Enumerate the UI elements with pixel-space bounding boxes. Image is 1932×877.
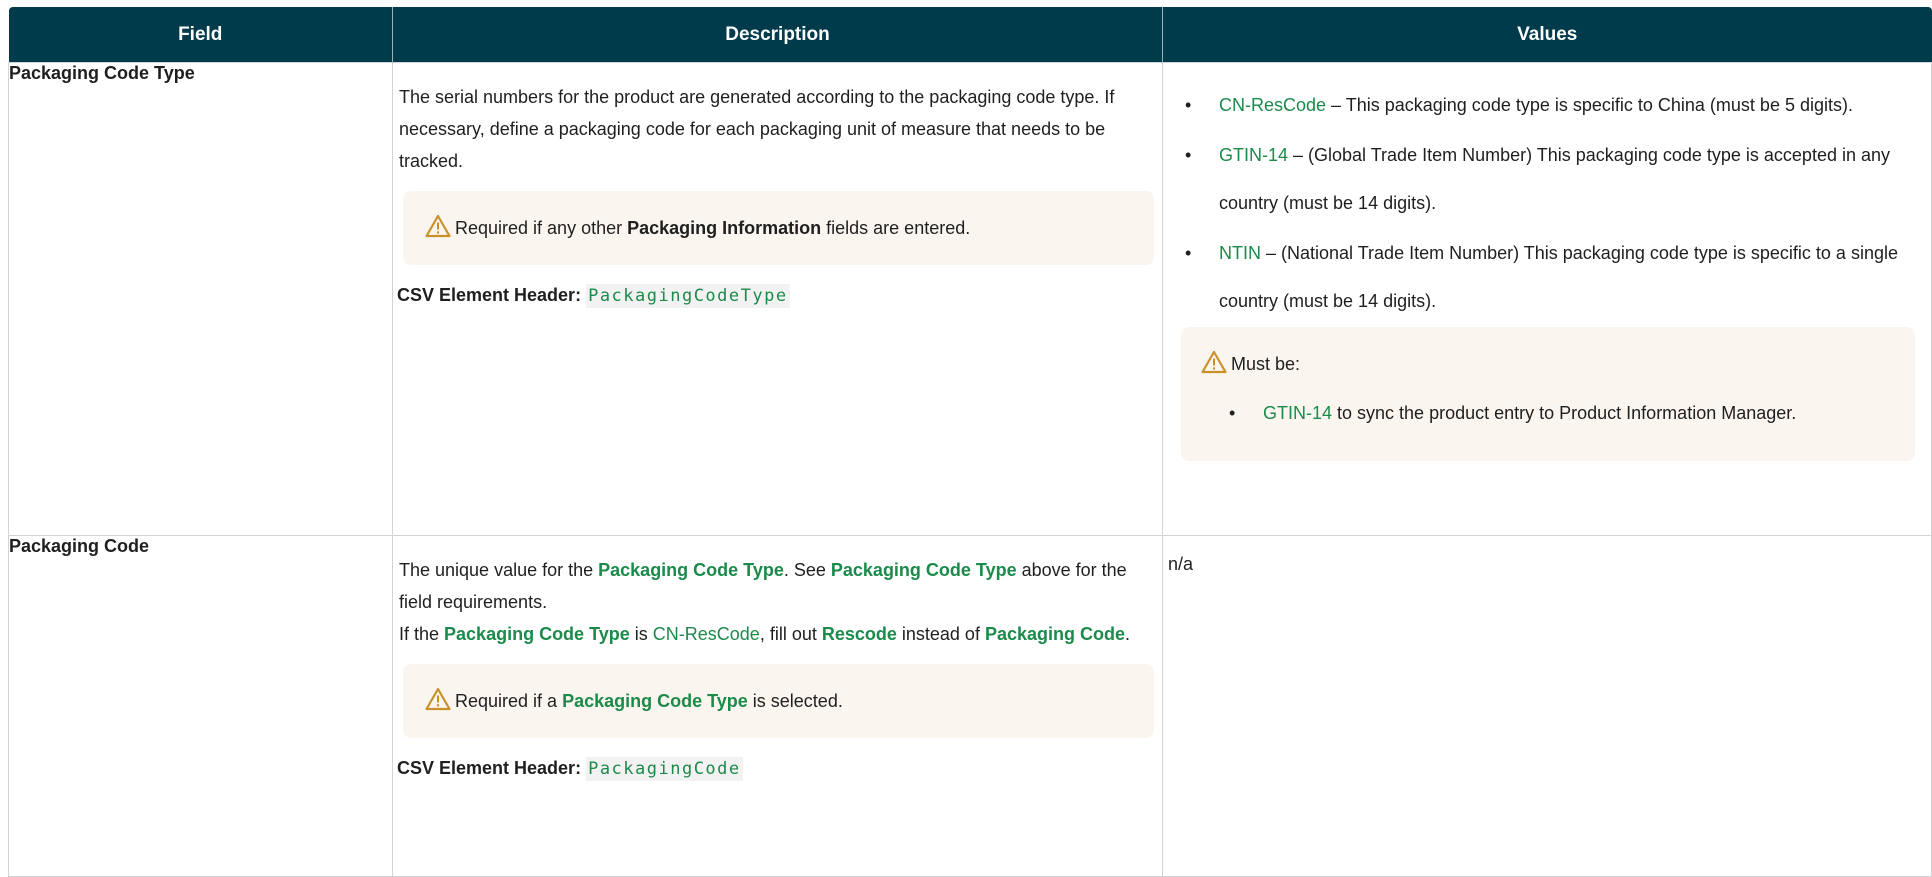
callout-heading: Must be: (1231, 354, 1301, 374)
callout-term: Packaging Information (627, 218, 822, 238)
values-cell: n/a (1162, 535, 1932, 877)
field-reference-table: Field Description Values Packaging Code … (8, 7, 1932, 877)
text: . See (783, 560, 831, 580)
csv-value: PackagingCodeType (586, 284, 790, 308)
description-cell: The unique value for the Packaging Code … (392, 535, 1163, 877)
list-item: CN-ResCode – This packaging code type is… (1185, 81, 1923, 129)
description-paragraph-1: The unique value for the Packaging Code … (399, 554, 1152, 618)
header-values: Values (1162, 7, 1932, 63)
term-link-packaging-code-type[interactable]: Packaging Code Type (444, 624, 630, 644)
field-name: Packaging Code (8, 535, 393, 877)
term-link-packaging-code-type[interactable]: Packaging Code Type (562, 691, 748, 711)
table-row: Packaging Code The unique value for the … (8, 535, 1932, 877)
header-field: Field (8, 7, 393, 63)
list-item: GTIN-14 to sync the product entry to Pro… (1229, 389, 1895, 437)
list-item: GTIN-14 – (Global Trade Item Number) Thi… (1185, 131, 1923, 227)
values-text: n/a (1168, 554, 1194, 574)
csv-element-header: CSV Element Header: PackagingCodeType (397, 279, 1162, 312)
values-cell: CN-ResCode – This packaging code type is… (1162, 62, 1932, 536)
warning-icon (425, 214, 451, 238)
value-text: to sync the product entry to Product Inf… (1332, 403, 1797, 423)
value-text: – (National Trade Item Number) This pack… (1219, 243, 1898, 311)
description-text: The serial numbers for the product are g… (399, 87, 1115, 171)
values-list: CN-ResCode – This packaging code type is… (1181, 81, 1923, 325)
text: instead of (896, 624, 985, 644)
warning-callout: Required if a Packaging Code Type is sel… (403, 664, 1154, 738)
description-cell: The serial numbers for the product are g… (392, 62, 1163, 536)
callout-text-post: fields are entered. (821, 218, 971, 238)
warning-callout: Required if any other Packaging Informat… (403, 191, 1154, 265)
page: Field Description Values Packaging Code … (8, 7, 1932, 877)
callout-text-pre: Required if any other (455, 218, 628, 238)
value-link-cn-rescode[interactable]: CN-ResCode (653, 624, 760, 644)
value-link-gtin-14[interactable]: GTIN-14 (1219, 145, 1288, 165)
csv-label: CSV Element Header: (397, 285, 582, 305)
callout-text-post: is selected. (747, 691, 843, 711)
header-description: Description (392, 7, 1163, 63)
warning-icon (1201, 350, 1227, 374)
csv-element-header: CSV Element Header: PackagingCode (397, 752, 1162, 785)
value-link-gtin-14[interactable]: GTIN-14 (1263, 403, 1332, 423)
list-item: NTIN – (National Trade Item Number) This… (1185, 229, 1923, 325)
text: , fill out (759, 624, 822, 644)
csv-value: PackagingCode (586, 757, 743, 781)
value-link-cn-rescode[interactable]: CN-ResCode (1219, 95, 1326, 115)
text: is (629, 624, 653, 644)
term-link-rescode[interactable]: Rescode (822, 624, 897, 644)
value-link-ntin[interactable]: NTIN (1219, 243, 1261, 263)
term-link-packaging-code-type[interactable]: Packaging Code Type (598, 560, 784, 580)
csv-label: CSV Element Header: (397, 758, 582, 778)
warning-icon (425, 687, 451, 711)
table-row: Packaging Code Type The serial numbers f… (8, 62, 1932, 536)
callout-text-pre: Required if a (455, 691, 563, 711)
table-header-row: Field Description Values (8, 7, 1932, 63)
field-name: Packaging Code Type (8, 62, 393, 536)
description-paragraph-2: If the Packaging Code Type is CN-ResCode… (399, 618, 1152, 650)
callout-list: GTIN-14 to sync the product entry to Pro… (1201, 389, 1895, 437)
term-link-packaging-code[interactable]: Packaging Code (985, 624, 1125, 644)
value-text: – This packaging code type is specific t… (1326, 95, 1853, 115)
text: The unique value for the (399, 560, 599, 580)
value-text: – (Global Trade Item Number) This packag… (1219, 145, 1890, 213)
text: . (1125, 624, 1131, 644)
term-link-packaging-code-type[interactable]: Packaging Code Type (831, 560, 1017, 580)
text: If the (399, 624, 445, 644)
values-warning-callout: Must be: GTIN-14 to sync the product ent… (1181, 327, 1915, 461)
